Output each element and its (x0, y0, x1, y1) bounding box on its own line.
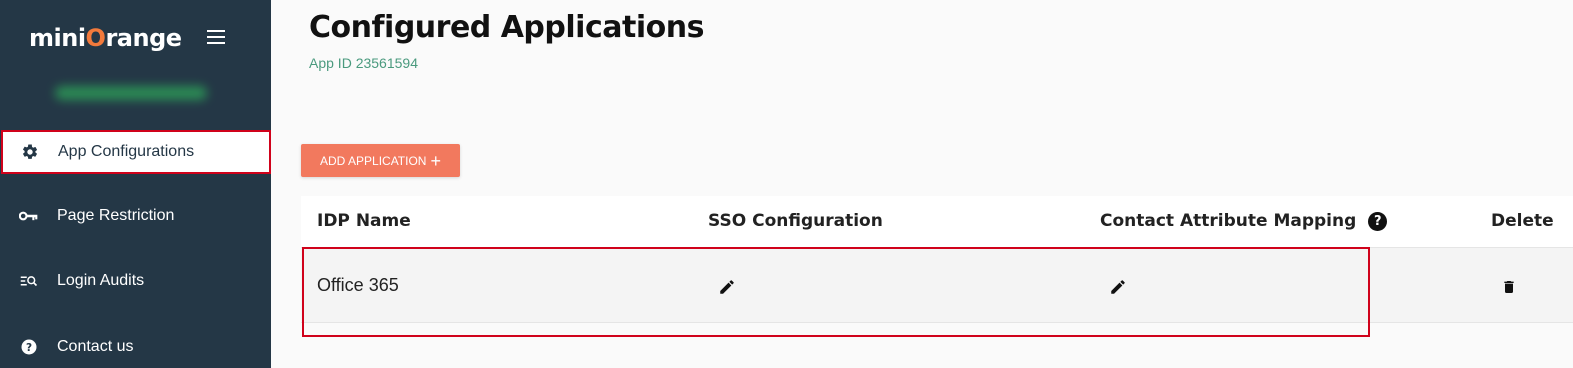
blurred-user-email (55, 86, 207, 100)
sidebar-item-contact-us[interactable]: ? Contact us (0, 325, 271, 368)
attribute-mapping-edit-pencil-icon[interactable] (1107, 276, 1129, 298)
column-header-contact-attribute-mapping: Contact Attribute Mapping ? (1100, 211, 1388, 231)
column-header-delete: Delete (1491, 211, 1554, 231)
sso-configuration-edit-pencil-icon[interactable] (716, 276, 738, 298)
hamburger-menu-icon[interactable] (207, 30, 227, 46)
help-icon[interactable]: ? (1368, 211, 1388, 231)
miniorange-logo: miniOrange (29, 22, 182, 54)
sidebar-item-label: App Configurations (58, 143, 195, 160)
logo-suffix: range (105, 24, 182, 52)
sidebar-item-label: Page Restriction (57, 207, 175, 224)
gear-icon (20, 142, 40, 162)
sidebar-item-label: Login Audits (57, 272, 145, 289)
column-header-idp-name: IDP Name (317, 211, 411, 231)
plus-icon: + (430, 150, 441, 171)
table-header: IDP Name SSO Configuration Contact Attri… (301, 196, 1573, 248)
add-application-label: ADD APPLICATION (320, 153, 427, 168)
key-icon (19, 206, 39, 226)
audit-search-icon (19, 271, 39, 291)
svg-text:?: ? (26, 342, 32, 354)
logo-o: O (85, 24, 106, 52)
add-application-button[interactable]: ADD APPLICATION + (301, 144, 460, 177)
column-header-label: Contact Attribute Mapping (1100, 211, 1357, 231)
delete-trash-icon[interactable] (1498, 276, 1520, 298)
sidebar-item-app-configurations[interactable]: App Configurations (1, 130, 271, 174)
table-row: Office 365 (301, 248, 1573, 323)
help-icon: ? (19, 337, 39, 357)
column-header-sso-configuration: SSO Configuration (708, 211, 883, 231)
page-title: Configured Applications (309, 10, 704, 45)
app-id-text: App ID 23561594 (309, 55, 418, 71)
logo-prefix: mini (29, 24, 86, 52)
sidebar: miniOrange App Configurations Page Restr… (0, 0, 271, 368)
applications-table: IDP Name SSO Configuration Contact Attri… (301, 196, 1573, 323)
sidebar-item-login-audits[interactable]: Login Audits (0, 259, 271, 303)
sidebar-item-page-restriction[interactable]: Page Restriction (0, 194, 271, 238)
idp-name-cell: Office 365 (317, 275, 399, 295)
sidebar-item-label: Contact us (57, 338, 134, 355)
